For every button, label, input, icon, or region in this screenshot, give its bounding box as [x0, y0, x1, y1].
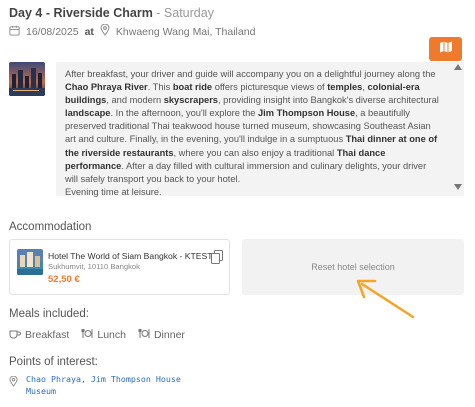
- location-pin-icon: [9, 374, 18, 397]
- description-body: After breakfast, your driver and guide w…: [65, 69, 439, 184]
- meal-dinner: Dinner: [138, 328, 185, 342]
- accommodation-label: Accommodation: [9, 221, 92, 233]
- poi-row: Chao Phraya, Jim Thompson House Museum: [9, 374, 206, 397]
- description-text: , and modern: [106, 95, 164, 106]
- day-location: Khwaeng Wang Mai, Thailand: [115, 25, 256, 38]
- poi-links[interactable]: Chao Phraya, Jim Thompson House Museum: [26, 374, 206, 397]
- day-date: 16/08/2025: [26, 25, 79, 38]
- meals-label: Meals included:: [9, 308, 89, 320]
- meal-lunch: Lunch: [81, 328, 126, 342]
- day-description-panel[interactable]: After breakfast, your driver and guide w…: [56, 62, 464, 199]
- reset-hotel-selection-button[interactable]: Reset hotel selection: [242, 239, 464, 295]
- day-title-text: Day 4 - Riverside Charm: [9, 6, 153, 20]
- description-highlight: landscape: [65, 108, 111, 119]
- description-text: , where you can also enjoy a traditional: [173, 147, 337, 158]
- scroll-up-arrow[interactable]: [454, 64, 462, 70]
- hotel-image: [17, 249, 43, 275]
- copy-icon[interactable]: [211, 250, 223, 264]
- map-button[interactable]: [429, 37, 462, 61]
- cutlery-icon: [138, 328, 150, 342]
- day-meta: 16/08/2025 at Khwaeng Wang Mai, Thailand: [9, 23, 256, 39]
- description-text: After breakfast, your driver and guide w…: [65, 69, 436, 79]
- day-separator: -: [152, 6, 164, 20]
- description-text: offers picturesque views of: [212, 82, 328, 93]
- description-text: . This: [147, 82, 173, 93]
- day-thumbnail: [9, 62, 45, 96]
- description-highlight: temples: [327, 82, 363, 93]
- cutlery-icon: [81, 328, 93, 342]
- day-description: After breakfast, your driver and guide w…: [65, 68, 441, 199]
- location-pin-icon: [100, 23, 110, 39]
- meal-label: Dinner: [153, 329, 185, 341]
- reset-hotel-label: Reset hotel selection: [311, 262, 395, 272]
- description-text: , providing insight into Bangkok's diver…: [217, 95, 439, 106]
- hotel-price: 52,50 €: [48, 274, 80, 285]
- meal-label: Lunch: [97, 329, 126, 341]
- description-text: . In the afternoon, you'll explore the: [110, 108, 259, 119]
- scroll-down-arrow[interactable]: [454, 184, 462, 190]
- description-footer: Evening time at leisure.: [65, 186, 162, 197]
- meal-label: Breakfast: [25, 329, 70, 341]
- description-highlight: boat ride: [172, 82, 213, 93]
- hotel-card[interactable]: Hotel The World of Siam Bangkok - KTEST …: [9, 239, 230, 295]
- calendar-icon: [9, 25, 20, 39]
- description-highlight: skyscrapers: [163, 95, 218, 106]
- map-icon: [439, 40, 453, 59]
- description-highlight: Chao Phraya River: [65, 82, 148, 93]
- hotel-name: Hotel The World of Siam Bangkok - KTEST: [48, 251, 213, 261]
- hotel-address: Sukhumvit, 10110 Bangkok: [48, 262, 140, 271]
- day-title: Day 4 - Riverside Charm - Saturday: [9, 6, 214, 20]
- at-label: at: [84, 25, 94, 38]
- description-highlight: Jim Thompson House: [258, 108, 356, 119]
- meal-breakfast: Breakfast: [9, 329, 69, 342]
- day-of-week: Saturday: [163, 6, 214, 20]
- poi-label: Points of interest:: [9, 356, 98, 368]
- meals-list: Breakfast Lunch Dinner: [9, 328, 185, 342]
- coffee-icon: [9, 329, 21, 342]
